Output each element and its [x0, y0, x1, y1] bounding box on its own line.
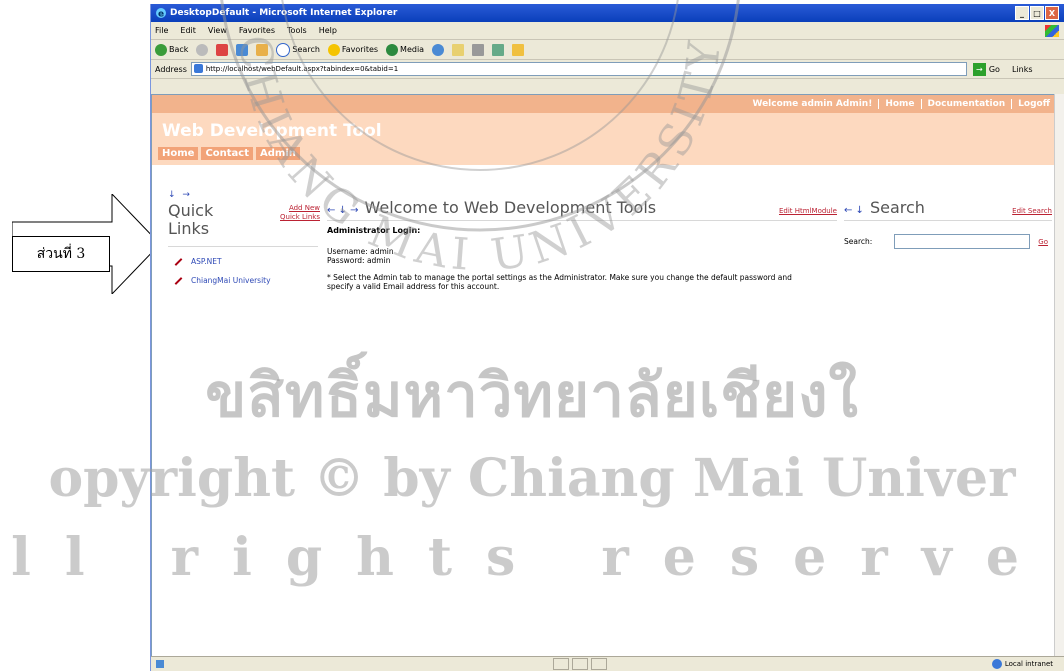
tab-strip: Home Contact Admin — [158, 147, 300, 160]
ie-icon: e — [156, 8, 166, 20]
folder-button[interactable] — [512, 43, 525, 56]
pencil-icon[interactable] — [174, 257, 183, 266]
quick-link-aspnet[interactable]: ASP.NET — [191, 257, 222, 266]
list-item[interactable]: ASP.NET — [168, 257, 318, 266]
close-button[interactable]: X — [1045, 6, 1059, 20]
menu-file[interactable]: File — [155, 26, 168, 35]
mail-button[interactable] — [452, 43, 465, 56]
globe-icon — [991, 659, 1002, 669]
edit-htmlmodule-link[interactable]: Edit HtmlModule — [779, 207, 837, 215]
search-module: ← ↓ Search Edit Search Search: Go — [844, 198, 1052, 249]
search-icon — [276, 42, 291, 57]
topnav-logoff-link[interactable]: Logoff — [1011, 99, 1056, 109]
star-icon — [327, 43, 340, 56]
history-icon — [432, 43, 445, 56]
window-title: DesktopDefault - Microsoft Internet Expl… — [170, 8, 398, 18]
menu-favorites[interactable]: Favorites — [239, 26, 275, 35]
mail-icon — [452, 43, 465, 56]
search-go-link[interactable]: Go — [1038, 238, 1048, 246]
admin-login-heading: Administrator Login: — [327, 226, 421, 235]
list-item[interactable]: ChiangMai University — [168, 276, 318, 285]
browser-window: e DesktopDefault - Microsoft Internet Ex… — [150, 4, 1064, 671]
search-button[interactable]: Search — [276, 42, 320, 57]
menu-view[interactable]: View — [208, 26, 227, 35]
go-arrow-icon: → — [972, 62, 986, 76]
forward-icon — [196, 43, 209, 56]
menu-bar: File Edit View Favorites Tools Help — [151, 22, 1064, 40]
back-icon — [155, 43, 167, 56]
svg-text:e: e — [158, 10, 164, 20]
go-button[interactable]: → Go — [972, 62, 1000, 76]
media-button[interactable]: Media — [386, 43, 424, 56]
edit-button[interactable] — [492, 43, 505, 56]
edit-icon — [492, 43, 505, 56]
print-button[interactable] — [472, 43, 485, 56]
username-text: Username: admin — [327, 247, 394, 256]
top-nav: Welcome admin Admin! Home Documentation … — [152, 95, 1056, 113]
admin-note: * Select the Admin tab to manage the por… — [327, 273, 792, 291]
page-viewport: Welcome admin Admin! Home Documentation … — [151, 94, 1057, 659]
address-label: Address — [155, 64, 187, 74]
status-segment — [552, 658, 569, 670]
security-zone: Local intranet — [991, 659, 1053, 669]
toolbar: Back Search Favorites Media — [151, 40, 1064, 60]
move-arrows-icon[interactable]: ↓ → — [168, 190, 318, 200]
password-text: Password: admin — [327, 256, 391, 265]
menu-help[interactable]: Help — [319, 26, 337, 35]
vertical-scrollbar[interactable] — [1054, 94, 1064, 657]
stop-icon — [216, 43, 229, 56]
menu-edit[interactable]: Edit — [180, 26, 196, 35]
quick-link-chiangmai[interactable]: ChiangMai University — [191, 276, 271, 285]
stop-button[interactable] — [216, 43, 229, 56]
history-button[interactable] — [432, 43, 445, 56]
maximize-button[interactable]: □ — [1030, 6, 1044, 20]
tab-admin[interactable]: Admin — [256, 147, 300, 160]
minimize-button[interactable]: _ — [1015, 6, 1029, 20]
topnav-documentation-link[interactable]: Documentation — [920, 99, 1012, 109]
windows-logo-icon — [1045, 24, 1059, 37]
welcome-text: Welcome admin Admin! — [752, 99, 873, 109]
title-bar: e DesktopDefault - Microsoft Internet Ex… — [151, 4, 1064, 22]
welcome-title: Welcome to Web Development Tools — [364, 198, 657, 217]
refresh-icon — [236, 43, 249, 56]
status-segment — [590, 658, 607, 670]
refresh-button[interactable] — [236, 43, 249, 56]
tab-home[interactable]: Home — [158, 147, 199, 160]
forward-button[interactable] — [196, 43, 209, 56]
callout-label: ส่วนที่ 3 — [12, 236, 110, 272]
tab-contact[interactable]: Contact — [201, 147, 254, 160]
site-title: Web Development Tool — [162, 121, 382, 141]
add-new-quick-links-link[interactable]: Add New Quick Links — [280, 204, 320, 222]
back-button[interactable]: Back — [155, 43, 188, 56]
search-input[interactable] — [894, 234, 1031, 249]
menu-tools[interactable]: Tools — [287, 26, 307, 35]
divider — [327, 220, 837, 221]
print-icon — [472, 43, 485, 56]
home-icon — [256, 43, 269, 56]
search-label: Search: — [844, 237, 873, 246]
quick-links-module: ↓ → Quick Links Add New Quick Links ASP.… — [168, 190, 320, 285]
pencil-icon[interactable] — [174, 276, 183, 285]
links-toolbar[interactable]: Links — [1012, 65, 1033, 74]
address-bar: Address http://localhost/webDefault.aspx… — [151, 60, 1064, 79]
address-input[interactable]: http://localhost/webDefault.aspx?tabinde… — [190, 62, 967, 76]
credentials: Username: admin Password: admin — [327, 247, 837, 265]
home-button[interactable] — [256, 43, 269, 56]
folder-icon — [512, 43, 525, 56]
site-banner: Web Development Tool Home Contact Admin — [152, 113, 1056, 165]
page-icon — [156, 660, 164, 668]
status-bar: Local intranet — [151, 656, 1064, 671]
search-title: Search — [869, 198, 925, 217]
divider — [168, 246, 318, 247]
topnav-home-link[interactable]: Home — [878, 99, 920, 109]
welcome-module: ← ↓ → Welcome to Web Development Tools E… — [327, 198, 837, 291]
move-arrows-icon[interactable]: ← ↓ → — [327, 205, 359, 216]
edit-search-link[interactable]: Edit Search — [1012, 207, 1052, 215]
move-arrows-icon[interactable]: ← ↓ — [844, 205, 864, 216]
status-segment — [571, 658, 588, 670]
divider — [844, 220, 1052, 221]
favorites-button[interactable]: Favorites — [327, 43, 378, 56]
media-icon — [386, 43, 399, 56]
